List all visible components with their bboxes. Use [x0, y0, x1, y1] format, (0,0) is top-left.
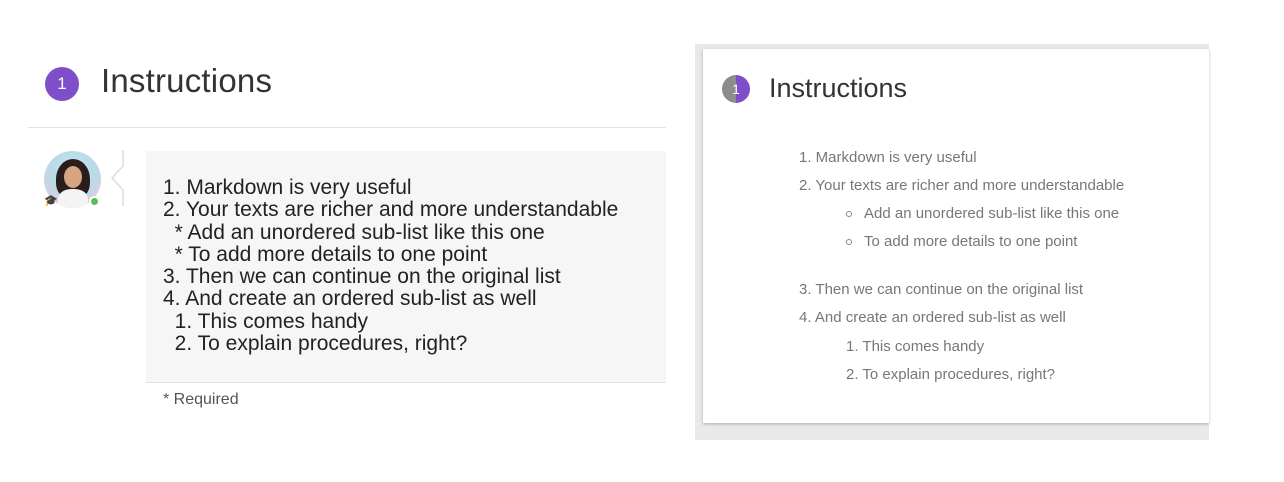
sub-list-item: 1. This comes handy	[846, 338, 985, 355]
graduation-cap-icon: 🎓	[44, 195, 58, 207]
step-number-badge-preview: 1	[722, 75, 750, 103]
speech-bubble-pointer	[111, 150, 124, 206]
list-item: 4. And create an ordered sub-list as wel…	[799, 309, 1066, 326]
avatar-face	[64, 166, 82, 188]
markdown-line: 3. Then we can continue on the original …	[163, 265, 561, 289]
list-item: 2. Your texts are richer and more unders…	[799, 177, 1125, 194]
markdown-line: 1. Markdown is very useful	[163, 176, 412, 199]
required-note: * Required	[163, 391, 239, 408]
list-item: 3. Then we can continue on the original …	[799, 281, 1084, 298]
divider	[28, 127, 666, 128]
markdown-source-panel: 1 Instructions 🎓 1. Markdown is very use…	[0, 0, 680, 482]
preview-section-title: Instructions	[769, 73, 908, 103]
online-status-icon	[89, 196, 100, 207]
sub-list-item: 2. To explain procedures, right?	[846, 366, 1056, 383]
markdown-line: 4. And create an ordered sub-list as wel…	[163, 287, 537, 311]
bullet-icon	[846, 211, 852, 217]
list-item: 1. Markdown is very useful	[799, 149, 977, 166]
markdown-line: 2. To explain procedures, right?	[163, 332, 468, 356]
section-title: Instructions	[101, 62, 273, 99]
markdown-line: * To add more details to one point	[163, 242, 488, 266]
instructions-text-box[interactable]: 1. Markdown is very useful 2. Your texts…	[146, 151, 666, 383]
sub-list-item: To add more details to one point	[864, 233, 1078, 250]
avatar-body	[58, 189, 88, 208]
markdown-line: 1. This comes handy	[163, 309, 369, 333]
sub-list-item: Add an unordered sub-list like this one	[864, 205, 1120, 222]
step-number-badge: 1	[45, 67, 79, 101]
markdown-line: * Add an unordered sub-list like this on…	[163, 220, 545, 244]
bullet-icon	[846, 239, 852, 245]
markdown-line: 2. Your texts are richer and more unders…	[163, 198, 619, 222]
